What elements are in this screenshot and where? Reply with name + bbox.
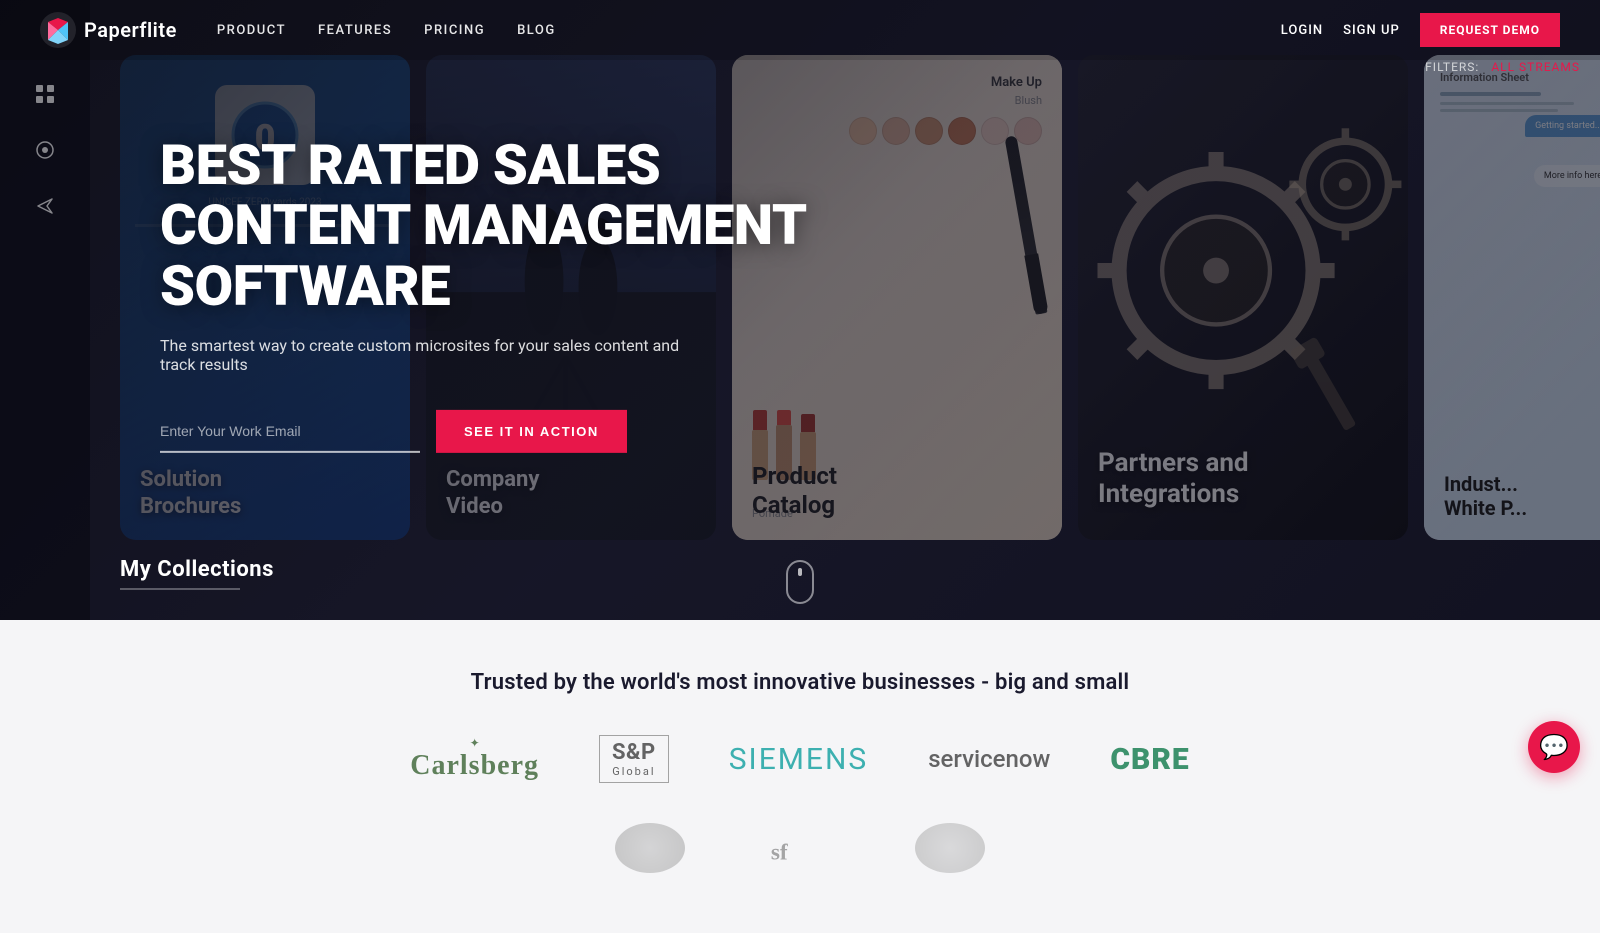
trust-title: Trusted by the world's most innovative b… <box>40 670 1560 695</box>
filters-label: FILTERS: <box>1425 60 1479 74</box>
my-collections-line <box>120 588 240 590</box>
hero-title: BEST RATED SALES CONTENT MANAGEMENT SOFT… <box>160 135 810 316</box>
hero-subtitle: The smartest way to create custom micros… <box>160 336 710 374</box>
chat-icon: 💬 <box>1539 733 1569 761</box>
filters-bar: FILTERS: ALL STREAMS <box>1425 60 1580 74</box>
trust-logo-cbre: CBRE <box>1110 742 1189 777</box>
scroll-dot-inner <box>798 568 802 576</box>
sidebar-icon-grid[interactable] <box>31 80 59 108</box>
my-collections: My Collections <box>120 557 274 590</box>
hero-form: SEE IT IN ACTION <box>160 410 810 453</box>
nav-links: PRODUCT FEATURES PRICING BLOG <box>217 23 1281 38</box>
cta-button[interactable]: SEE IT IN ACTION <box>436 410 627 453</box>
login-link[interactable]: LOGIN <box>1281 23 1323 38</box>
my-collections-title: My Collections <box>120 557 274 582</box>
trust-logo-partial-3 <box>915 823 985 873</box>
hero-section: 0 UNICEF ZEROwards 2023 SolutionBrochure… <box>0 0 1600 620</box>
email-input[interactable] <box>160 410 420 453</box>
nav-blog[interactable]: BLOG <box>517 23 556 38</box>
scroll-indicator[interactable] <box>786 560 814 604</box>
hero-content: BEST RATED SALES CONTENT MANAGEMENT SOFT… <box>160 135 810 453</box>
scroll-dot <box>786 560 814 604</box>
logo-link[interactable]: Paperflite <box>40 12 177 48</box>
nav-actions: LOGIN SIGN UP REQUEST DEMO <box>1281 13 1560 47</box>
nav-product[interactable]: PRODUCT <box>217 23 286 38</box>
filters-value[interactable]: ALL STREAMS <box>1491 60 1580 74</box>
nav-pricing[interactable]: PRICING <box>424 23 485 38</box>
navbar: Paperflite PRODUCT FEATURES PRICING BLOG… <box>0 0 1600 60</box>
sidebar-icon-send[interactable] <box>31 192 59 220</box>
trust-section: Trusted by the world's most innovative b… <box>0 620 1600 933</box>
request-demo-button[interactable]: REQUEST DEMO <box>1420 13 1560 47</box>
trust-logo-partial-1 <box>615 823 685 873</box>
sidebar-icon-circle[interactable] <box>31 136 59 164</box>
logo-icon <box>40 12 76 48</box>
trust-logo-carlsberg: ✦Carlsberg <box>410 736 539 782</box>
svg-text:sf: sf <box>771 840 788 866</box>
trust-logo-siemens: SIEMENS <box>729 742 868 777</box>
signup-link[interactable]: SIGN UP <box>1343 23 1400 38</box>
nav-features[interactable]: FEATURES <box>318 23 392 38</box>
trust-logos: ✦Carlsberg S&P Global SIEMENS servicenow… <box>40 735 1560 783</box>
trust-logo-sp: S&P Global <box>599 735 669 783</box>
trust-logo-partial-2: sf <box>765 823 835 873</box>
trust-logo-servicenow: servicenow <box>928 745 1050 773</box>
sidebar <box>0 0 90 620</box>
chat-bubble[interactable]: 💬 <box>1528 721 1580 773</box>
logo-text: Paperflite <box>84 18 177 42</box>
